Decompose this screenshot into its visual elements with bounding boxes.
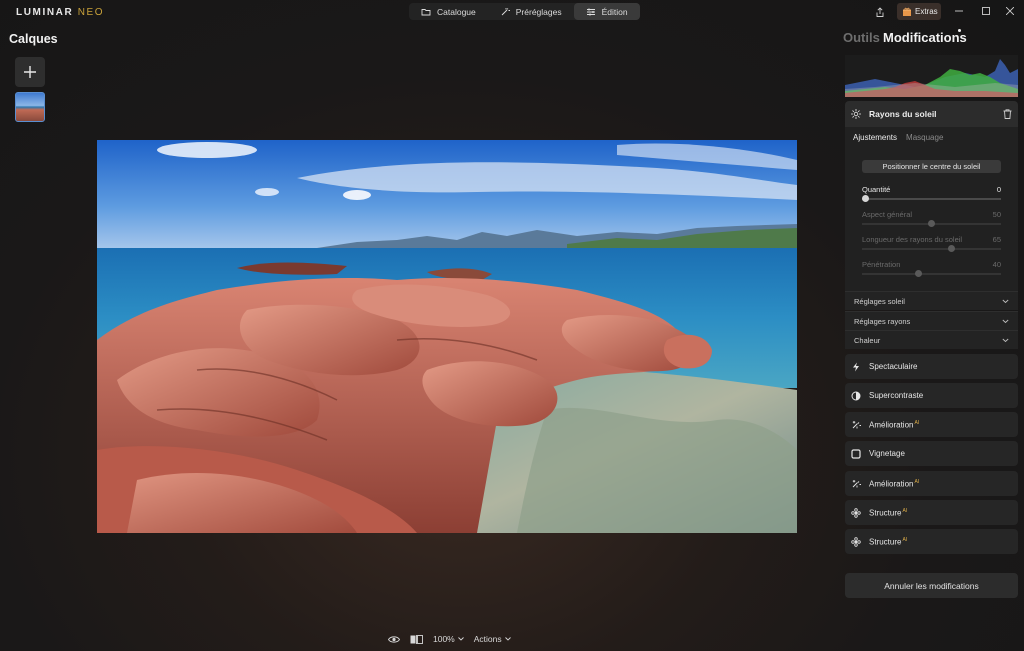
chevron-down-icon bbox=[504, 637, 511, 641]
add-layer-button[interactable] bbox=[15, 57, 45, 87]
ai-badge: AI bbox=[902, 536, 908, 543]
split-view-icon bbox=[410, 634, 423, 644]
ai-badge: AI bbox=[914, 419, 920, 426]
maximize-button[interactable] bbox=[978, 4, 994, 18]
tool-enhance-ai-1[interactable]: AméliorationAI bbox=[845, 412, 1018, 437]
lightning-icon bbox=[853, 362, 859, 371]
slider-label: Longueur des rayons du soleil bbox=[862, 235, 963, 244]
slider-label: Pénétration bbox=[862, 260, 901, 269]
slider-handle bbox=[914, 270, 922, 277]
folder-icon bbox=[421, 8, 431, 15]
slider-handle bbox=[947, 245, 955, 252]
preview-toggle[interactable] bbox=[388, 635, 400, 644]
edits-indicator-dot bbox=[958, 29, 961, 32]
subtab-masking[interactable]: Masquage bbox=[906, 133, 943, 142]
layer-thumbnail[interactable] bbox=[15, 92, 45, 122]
mode-tabs: Catalogue Préréglages Édition bbox=[409, 3, 640, 20]
slider-label: Aspect général bbox=[862, 210, 913, 219]
minimize-icon bbox=[955, 10, 963, 12]
chevron-down-icon bbox=[1002, 319, 1009, 324]
extras-icon bbox=[903, 7, 911, 16]
contrast-icon bbox=[851, 391, 861, 400]
section-ray-settings[interactable]: Réglages rayons bbox=[845, 311, 1018, 330]
tab-tools[interactable]: Outils bbox=[843, 30, 880, 45]
compare-toggle[interactable] bbox=[410, 634, 423, 644]
extras-button[interactable]: Extras bbox=[897, 3, 941, 20]
undo-edits-button[interactable]: Annuler les modifications bbox=[845, 573, 1018, 598]
section-sun-settings[interactable]: Réglages soleil bbox=[845, 291, 1018, 310]
slider-value: 65 bbox=[992, 235, 1001, 244]
chevron-down-icon bbox=[1002, 299, 1009, 304]
tool-supercontrast[interactable]: Supercontraste bbox=[845, 383, 1018, 408]
slider-value: 0 bbox=[996, 185, 1001, 194]
title-bar: LUMINAR NEO Catalogue Préréglages Éditio… bbox=[0, 0, 1024, 24]
close-icon bbox=[1006, 7, 1014, 15]
landscape-photo bbox=[97, 140, 797, 533]
tool-subtabs: Ajustements Masquage bbox=[853, 133, 943, 142]
slider-track[interactable] bbox=[862, 198, 1001, 200]
tab-edit[interactable]: Édition bbox=[573, 3, 640, 20]
eye-icon bbox=[388, 635, 400, 643]
position-sun-button[interactable]: Positionner le centre du soleil bbox=[862, 160, 1001, 173]
tool-dramatic[interactable]: Spectaculaire bbox=[845, 354, 1018, 379]
magic-wand-icon bbox=[501, 7, 510, 15]
slider-value: 50 bbox=[992, 210, 1001, 219]
slider-handle bbox=[928, 220, 935, 227]
plus-icon bbox=[24, 66, 36, 78]
flower-icon bbox=[851, 507, 861, 518]
trash-icon[interactable] bbox=[1003, 109, 1012, 119]
minimize-button[interactable] bbox=[951, 4, 967, 18]
subtab-adjustments[interactable]: Ajustements bbox=[853, 133, 897, 142]
close-button[interactable] bbox=[1002, 4, 1018, 18]
zoom-dropdown[interactable]: 100% bbox=[433, 634, 464, 644]
flower-icon bbox=[851, 536, 861, 547]
slider-track bbox=[862, 248, 1001, 250]
active-tool-header[interactable]: Rayons du soleil bbox=[845, 101, 1018, 127]
actions-dropdown[interactable]: Actions bbox=[474, 634, 511, 644]
sliders-icon bbox=[586, 8, 595, 15]
slider-label: Quantité bbox=[862, 185, 891, 194]
ai-badge: AI bbox=[902, 507, 908, 514]
layers-title: Calques bbox=[9, 32, 58, 46]
vignette-icon bbox=[851, 448, 861, 459]
tab-edits[interactable]: Modifications bbox=[883, 30, 967, 45]
chevron-down-icon bbox=[1002, 338, 1009, 343]
maximize-icon bbox=[982, 7, 990, 15]
share-button[interactable] bbox=[872, 4, 888, 20]
sun-icon bbox=[851, 109, 861, 119]
slider-track bbox=[862, 273, 1001, 275]
slider-handle[interactable] bbox=[862, 195, 869, 202]
tab-presets[interactable]: Préréglages bbox=[488, 3, 574, 20]
sparkle-icon bbox=[852, 420, 861, 428]
sparkle-icon bbox=[852, 479, 861, 487]
tool-vignette[interactable]: Vignetage bbox=[845, 441, 1018, 466]
slider-value: 40 bbox=[992, 260, 1001, 269]
bottom-toolbar: 100% Actions bbox=[388, 632, 511, 646]
share-icon bbox=[876, 6, 884, 17]
tool-enhance-ai-2[interactable]: AméliorationAI bbox=[845, 471, 1018, 496]
photo-canvas[interactable] bbox=[97, 140, 797, 533]
tool-structure-ai-2[interactable]: StructureAI bbox=[845, 529, 1018, 554]
active-tool-title: Rayons du soleil bbox=[869, 109, 937, 119]
app-logo: LUMINAR NEO bbox=[16, 7, 105, 18]
ai-badge: AI bbox=[914, 478, 920, 485]
tool-structure-ai-1[interactable]: StructureAI bbox=[845, 500, 1018, 525]
chevron-down-icon bbox=[457, 637, 464, 641]
histogram bbox=[845, 55, 1018, 97]
section-warmth[interactable]: Chaleur bbox=[845, 330, 1018, 349]
tab-catalogue[interactable]: Catalogue bbox=[409, 3, 488, 20]
